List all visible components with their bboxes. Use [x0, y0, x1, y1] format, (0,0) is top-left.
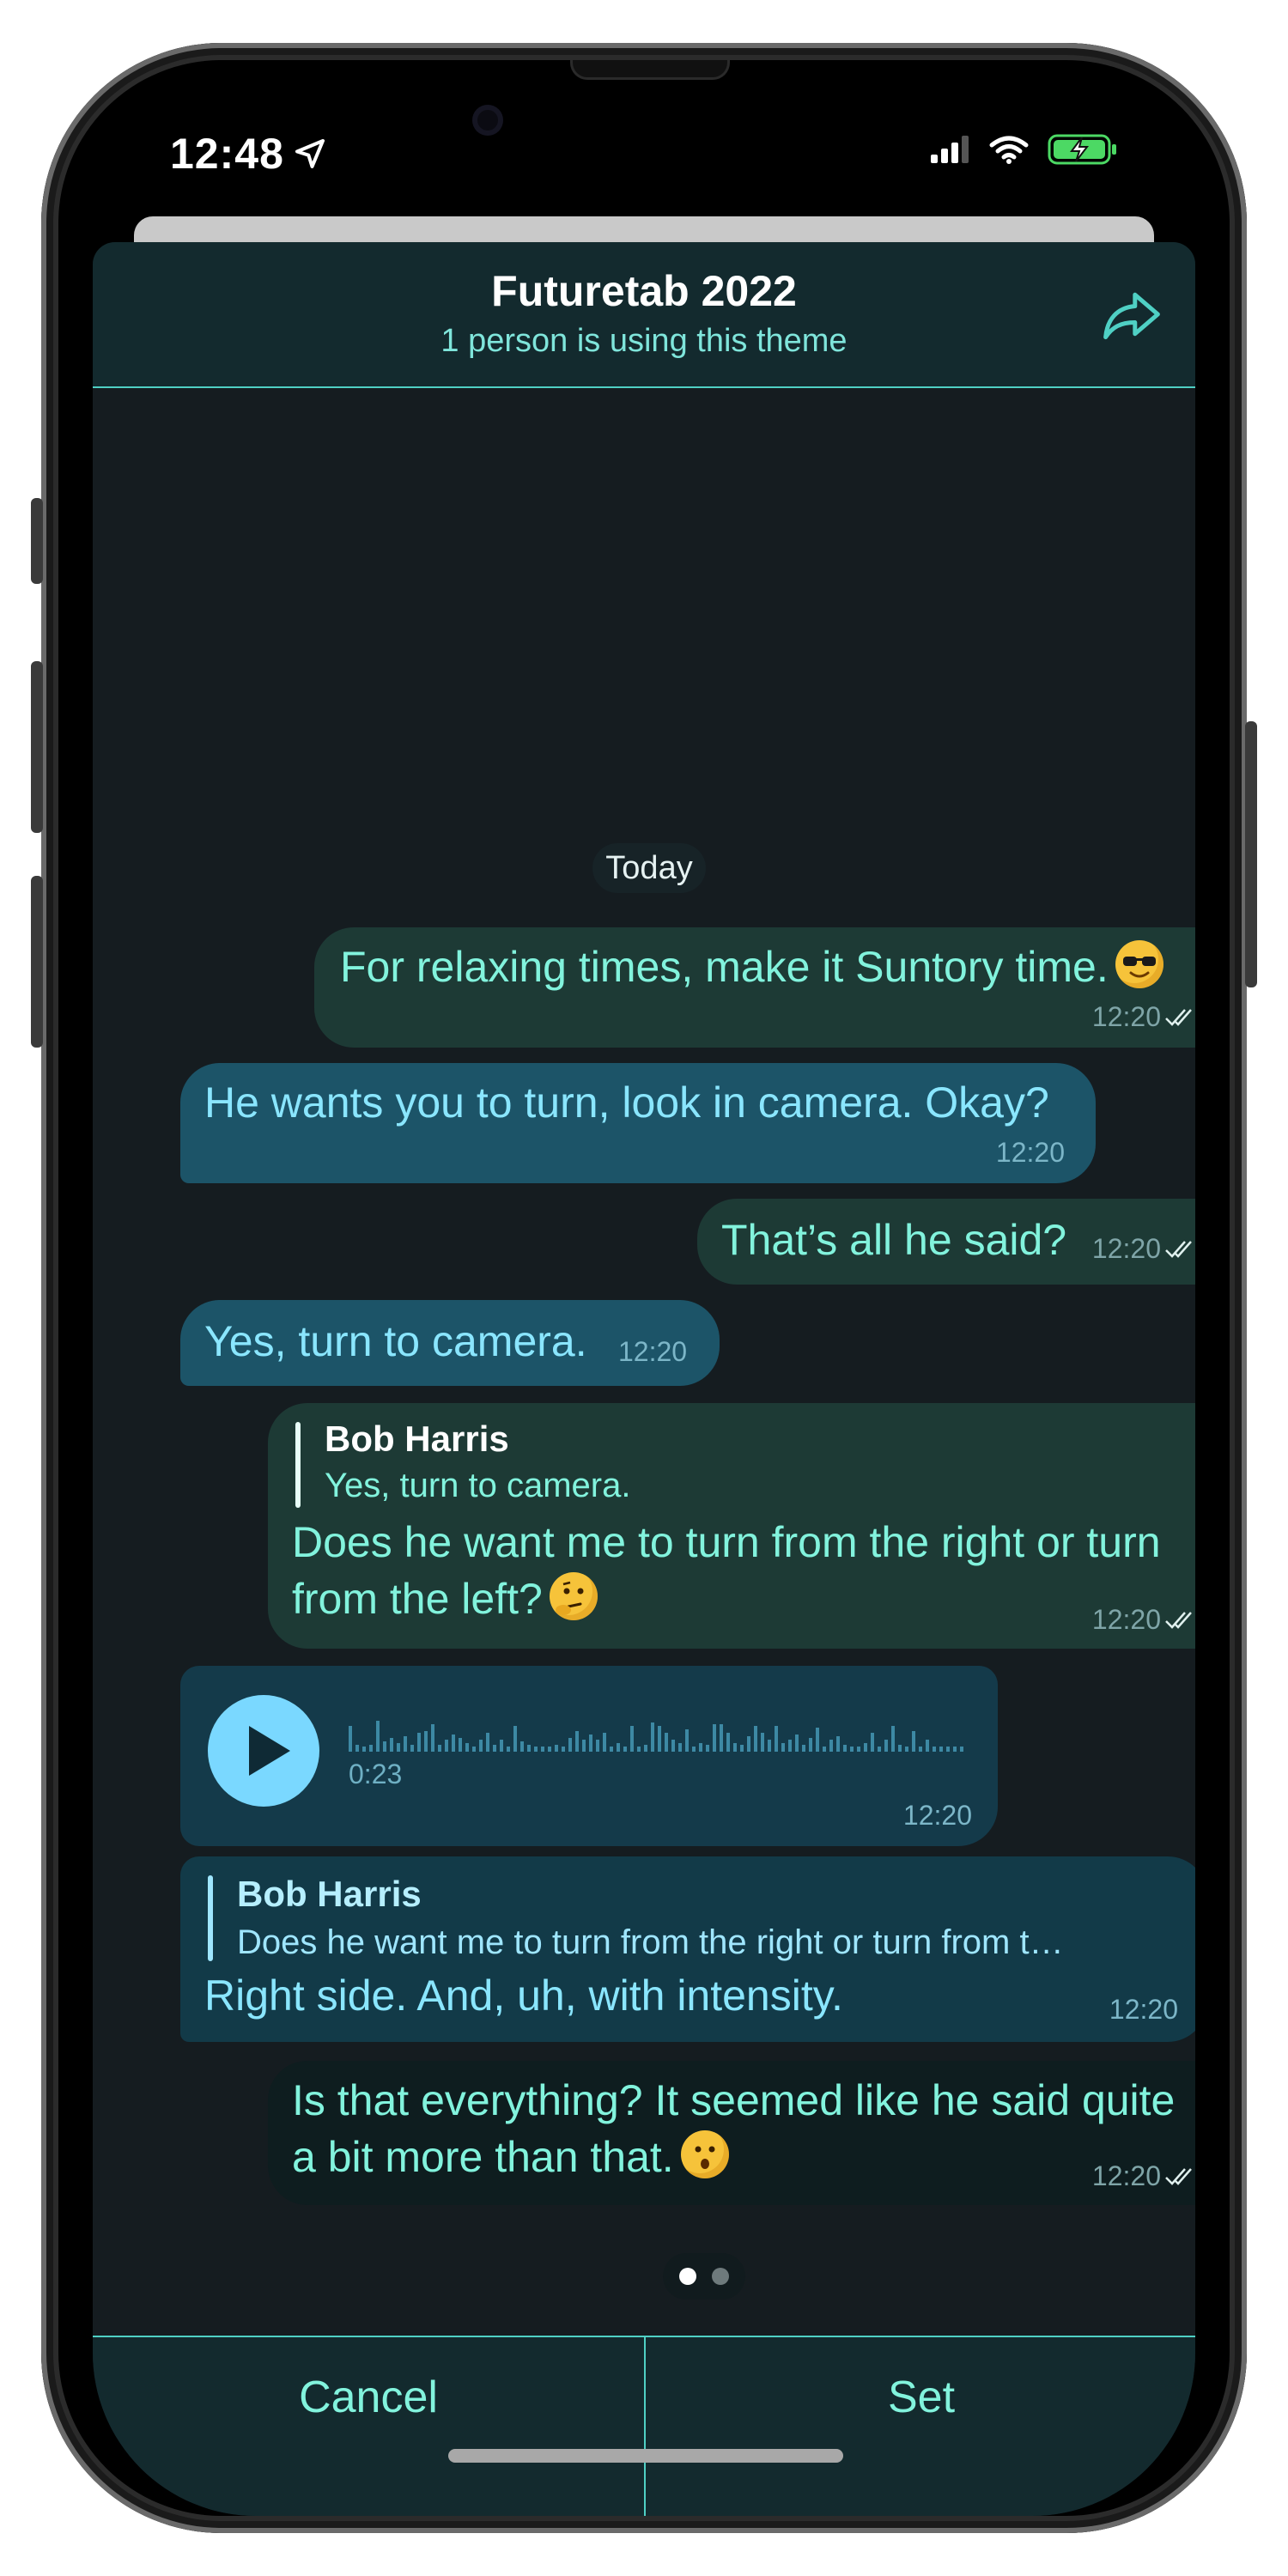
page-dot-active[interactable]: [679, 2268, 696, 2285]
double-check-icon: [1165, 2167, 1192, 2185]
message-text-line-2: a bit more than that.: [292, 2129, 729, 2184]
status-bar-time: 12:48: [170, 129, 327, 179]
reply-author: Bob Harris: [237, 1874, 422, 1914]
message-bubble-outgoing[interactable]: Is that everything? It seemed like he sa…: [268, 2061, 1195, 2205]
page-dot[interactable]: [712, 2268, 729, 2285]
theme-preview-sheet: Futuretab 2022 1 person is using this th…: [93, 242, 1195, 2516]
message-time: 12:20: [1109, 1994, 1178, 2025]
volume-down-button: [31, 876, 43, 1048]
message-time: 12:20: [1091, 1604, 1161, 1635]
message-meta: 12:20: [1092, 1604, 1195, 1636]
message-text: For relaxing times, make it Suntory time…: [340, 939, 1163, 994]
message-meta: 12:20: [903, 1800, 972, 1832]
message-bubble-incoming[interactable]: Yes, turn to camera. 12:20: [180, 1300, 720, 1386]
date-separator: Today: [592, 843, 706, 893]
play-icon: [249, 1726, 290, 1776]
message-text: Right side. And, uh, with intensity.: [204, 1971, 843, 2020]
message-meta: 12:20: [1092, 2160, 1195, 2192]
volume-up-button: [31, 661, 43, 833]
message-text-line-1: Is that everything? It seemed like he sa…: [292, 2076, 1176, 2124]
footer-actions: Cancel Set: [93, 2336, 1195, 2516]
signal-icon: [931, 136, 969, 163]
set-button[interactable]: Set: [646, 2337, 1195, 2458]
status-bar-right: [931, 132, 1118, 167]
message-time: 12:20: [995, 1137, 1065, 1168]
home-indicator[interactable]: [448, 2449, 843, 2463]
message-time: 12:20: [1091, 2160, 1161, 2191]
speaker-grille: [570, 60, 730, 80]
reply-author: Bob Harris: [325, 1419, 509, 1459]
message-bubble-outgoing[interactable]: That’s all he said? 12:20: [697, 1199, 1195, 1285]
message-meta: 12:20: [1092, 1233, 1195, 1265]
message-meta: 12:20: [996, 1137, 1065, 1169]
reply-snippet: Does he want me to turn from the right o…: [237, 1923, 1064, 1961]
battery-charging-icon: [1048, 134, 1116, 165]
voice-duration: 0:23: [349, 1759, 403, 1789]
reply-quote-bar: [295, 1422, 301, 1508]
message-text: That’s all he said?: [721, 1216, 1067, 1264]
play-button[interactable]: [208, 1695, 319, 1807]
power-button: [1245, 721, 1257, 987]
message-bubble-incoming-reply[interactable]: Bob Harris Does he want me to turn from …: [180, 1856, 1195, 2042]
smiling-face-with-sunglasses-icon: [1115, 940, 1163, 988]
status-time-text: 12:48: [170, 130, 284, 178]
page-indicator[interactable]: [663, 2253, 745, 2300]
message-time: 12:20: [1091, 1001, 1161, 1032]
page-title: Futuretab 2022: [491, 267, 797, 315]
reply-quote-bar: [208, 1875, 213, 1961]
thinking-face-icon: [549, 1572, 598, 1620]
message-text-line-2: from the left?: [292, 1571, 598, 1626]
message-bubble-outgoing-reply[interactable]: Bob Harris Yes, turn to camera. Does he …: [268, 1403, 1195, 1649]
theme-users-subtitle: 1 person is using this theme: [440, 323, 848, 359]
message-meta: 12:20: [618, 1336, 687, 1368]
message-text: Yes, turn to camera.: [204, 1317, 587, 1365]
cancel-button[interactable]: Cancel: [93, 2337, 644, 2458]
screen: 12:48 Futuretab 2022 1 person is using t…: [58, 60, 1230, 2516]
location-arrow-icon: [295, 139, 325, 168]
hushed-face-icon: [680, 2130, 729, 2178]
double-check-icon: [1165, 1008, 1192, 1026]
message-text: He wants you to turn, look in camera. Ok…: [204, 1078, 1049, 1127]
share-icon[interactable]: [1099, 282, 1164, 347]
double-check-icon: [1165, 1240, 1192, 1258]
voice-message-bubble[interactable]: 0:23 12:20: [180, 1666, 998, 1846]
voice-waveform[interactable]: [349, 1714, 975, 1752]
front-camera: [472, 105, 503, 136]
message-bubble-outgoing[interactable]: For relaxing times, make it Suntory time…: [314, 927, 1195, 1048]
wifi-icon: [989, 136, 1029, 164]
double-check-icon: [1165, 1611, 1192, 1629]
message-meta: 12:20: [1092, 1001, 1195, 1033]
message-bubble-incoming[interactable]: He wants you to turn, look in camera. Ok…: [180, 1063, 1096, 1183]
message-time: 12:20: [1091, 1233, 1161, 1264]
mute-switch: [31, 498, 43, 584]
message-time: 12:20: [618, 1336, 688, 1367]
message-time: 12:20: [902, 1800, 972, 1831]
message-text-line-1: Does he want me to turn from the right o…: [292, 1518, 1161, 1566]
message-meta: 12:20: [1109, 1994, 1178, 2026]
reply-snippet: Yes, turn to camera.: [325, 1467, 631, 1504]
sheet-header: Futuretab 2022 1 person is using this th…: [93, 242, 1195, 388]
